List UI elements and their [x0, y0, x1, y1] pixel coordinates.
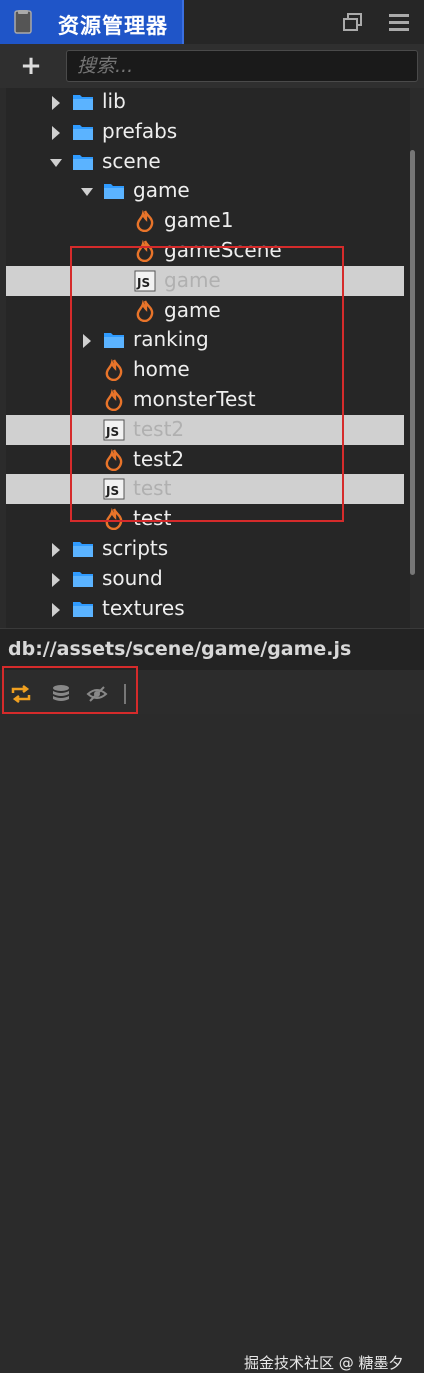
- selected-asset-path: db://assets/scene/game/game.js: [8, 638, 352, 660]
- menu-icon[interactable]: [388, 12, 410, 32]
- tree-row[interactable]: game1: [6, 206, 404, 236]
- tree-row-label: scripts: [102, 536, 169, 560]
- tree-row-label: scene: [102, 148, 161, 173]
- tree-row[interactable]: scripts: [6, 534, 404, 564]
- tree-row[interactable]: prefabs: [6, 117, 404, 147]
- chevron-right-icon[interactable]: [50, 542, 62, 557]
- tree-row-label: textures: [102, 595, 185, 620]
- tree-row[interactable]: lib: [6, 88, 404, 117]
- tree-row-label: prefabs: [102, 118, 178, 143]
- chevron-right-icon[interactable]: [50, 95, 62, 110]
- tree-row-label: game: [133, 178, 190, 203]
- folder-icon: [72, 91, 94, 113]
- folder-icon: [72, 568, 94, 590]
- chevron-right-icon[interactable]: [50, 125, 62, 140]
- add-asset-button[interactable]: +: [16, 52, 46, 80]
- tree-row[interactable]: textures: [6, 594, 404, 624]
- panel-title: 资源管理器: [58, 14, 168, 38]
- path-bar: db://assets/scene/game/game.js: [0, 628, 424, 671]
- folder-icon: [72, 538, 94, 560]
- document-icon: [14, 10, 32, 34]
- restore-window-icon[interactable]: [342, 12, 364, 32]
- folder-icon: [72, 151, 94, 173]
- watermark-text: 掘金技术社区 @ 糖墨夕: [244, 1354, 404, 1372]
- folder-icon: [103, 180, 125, 202]
- chevron-down-icon[interactable]: [81, 184, 93, 198]
- highlight-box: [70, 246, 344, 522]
- folder-icon: [72, 121, 94, 143]
- title-bar: 资源管理器: [0, 0, 424, 44]
- chevron-right-icon[interactable]: [50, 602, 62, 617]
- tree-row-label: lib: [102, 89, 126, 113]
- tree-row[interactable]: scene: [6, 147, 404, 177]
- tree-row[interactable]: sound: [6, 564, 404, 594]
- search-input[interactable]: [66, 50, 418, 82]
- footer-highlight-box: [2, 666, 138, 714]
- fire-scene-icon: [134, 209, 156, 233]
- tree-row-label: sound: [102, 565, 163, 590]
- tree-row[interactable]: game: [6, 176, 404, 206]
- chevron-right-icon[interactable]: [50, 572, 62, 587]
- tree-row-label: game1: [164, 208, 234, 233]
- panel-tab[interactable]: 资源管理器: [0, 0, 184, 44]
- folder-icon: [72, 598, 94, 620]
- chevron-down-icon[interactable]: [50, 155, 62, 169]
- tree-scrollbar[interactable]: [410, 150, 415, 575]
